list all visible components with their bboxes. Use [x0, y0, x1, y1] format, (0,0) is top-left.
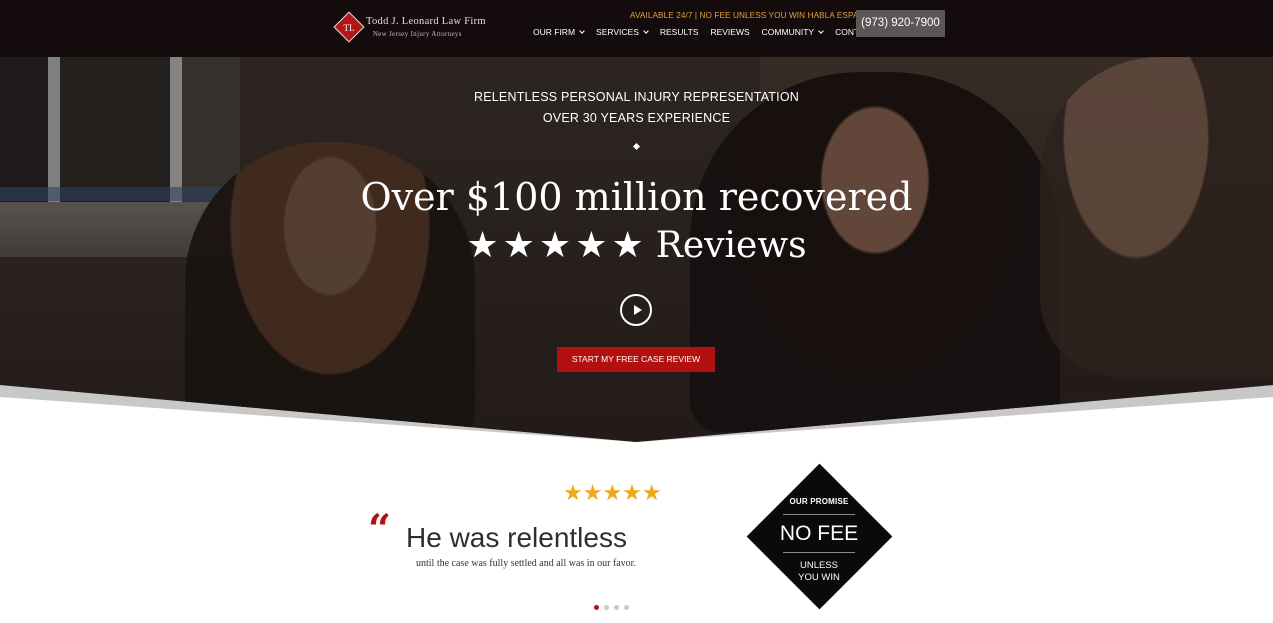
carousel-dots: [594, 605, 629, 610]
divider: [783, 514, 855, 515]
chevron-down-icon: [579, 28, 585, 34]
hero-subheading-1: RELENTLESS PERSONAL INJURY REPRESENTATIO…: [474, 90, 799, 104]
testimonial-title: He was relentless: [406, 522, 627, 553]
nav-item-our-firm[interactable]: OUR FIRM: [533, 27, 585, 37]
promise-main-text: NO FEE: [779, 522, 859, 545]
nav-item-community[interactable]: COMMUNITY: [762, 27, 824, 37]
firm-logo[interactable]: TL Todd J. Leonard Law Firm New Jersey I…: [333, 11, 496, 45]
carousel-dot[interactable]: [604, 605, 609, 610]
promise-footer-text: UNLESS YOU WIN: [798, 560, 840, 583]
promise-badge: OUR PROMISE NO FEE UNLESS YOU WIN: [745, 462, 893, 610]
hero-title: Over $100 million recovered: [360, 175, 913, 219]
phone-button[interactable]: (973) 920-7900: [856, 10, 945, 37]
testimonial-star-rating: ★★★★★: [563, 480, 662, 505]
hero-subheading-2: OVER 30 YEARS EXPERIENCE: [542, 111, 731, 125]
carousel-dot[interactable]: [614, 605, 619, 610]
logo-subtitle: New Jersey Injury Attorneys: [373, 31, 462, 38]
chevron-down-icon: [818, 28, 824, 34]
quote-icon: “: [368, 506, 392, 553]
hero-reviews-label: Reviews: [655, 225, 807, 266]
chevron-down-icon: [643, 28, 649, 34]
hero-reviews-line: ★★★★★ Reviews: [0, 225, 1273, 266]
free-case-review-button[interactable]: START MY FREE CASE REVIEW: [557, 347, 715, 372]
header-tagline: AVAILABLE 24/7 | NO FEE UNLESS YOU WIN H…: [630, 11, 876, 20]
testimonial-text: until the case was fully settled and all…: [416, 558, 636, 569]
logo-mark-icon: TL: [333, 11, 365, 43]
nav-item-reviews[interactable]: REVIEWS: [710, 27, 749, 37]
carousel-dot[interactable]: [624, 605, 629, 610]
main-nav: OUR FIRM SERVICES RESULTS REVIEWS COMMUN…: [533, 27, 876, 37]
star-rating-icon: ★★★★★: [466, 225, 648, 266]
play-video-button[interactable]: [620, 294, 652, 326]
site-header: TL Todd J. Leonard Law Firm New Jersey I…: [0, 0, 1273, 57]
nav-item-services[interactable]: SERVICES: [596, 27, 649, 37]
promise-label: OUR PROMISE: [789, 497, 849, 506]
logo-firm-name: Todd J. Leonard Law Firm: [366, 16, 486, 27]
nav-item-results[interactable]: RESULTS: [660, 27, 699, 37]
divider: [783, 552, 855, 553]
hero-section: RELENTLESS PERSONAL INJURY REPRESENTATIO…: [0, 57, 1273, 442]
carousel-dot[interactable]: [594, 605, 599, 610]
